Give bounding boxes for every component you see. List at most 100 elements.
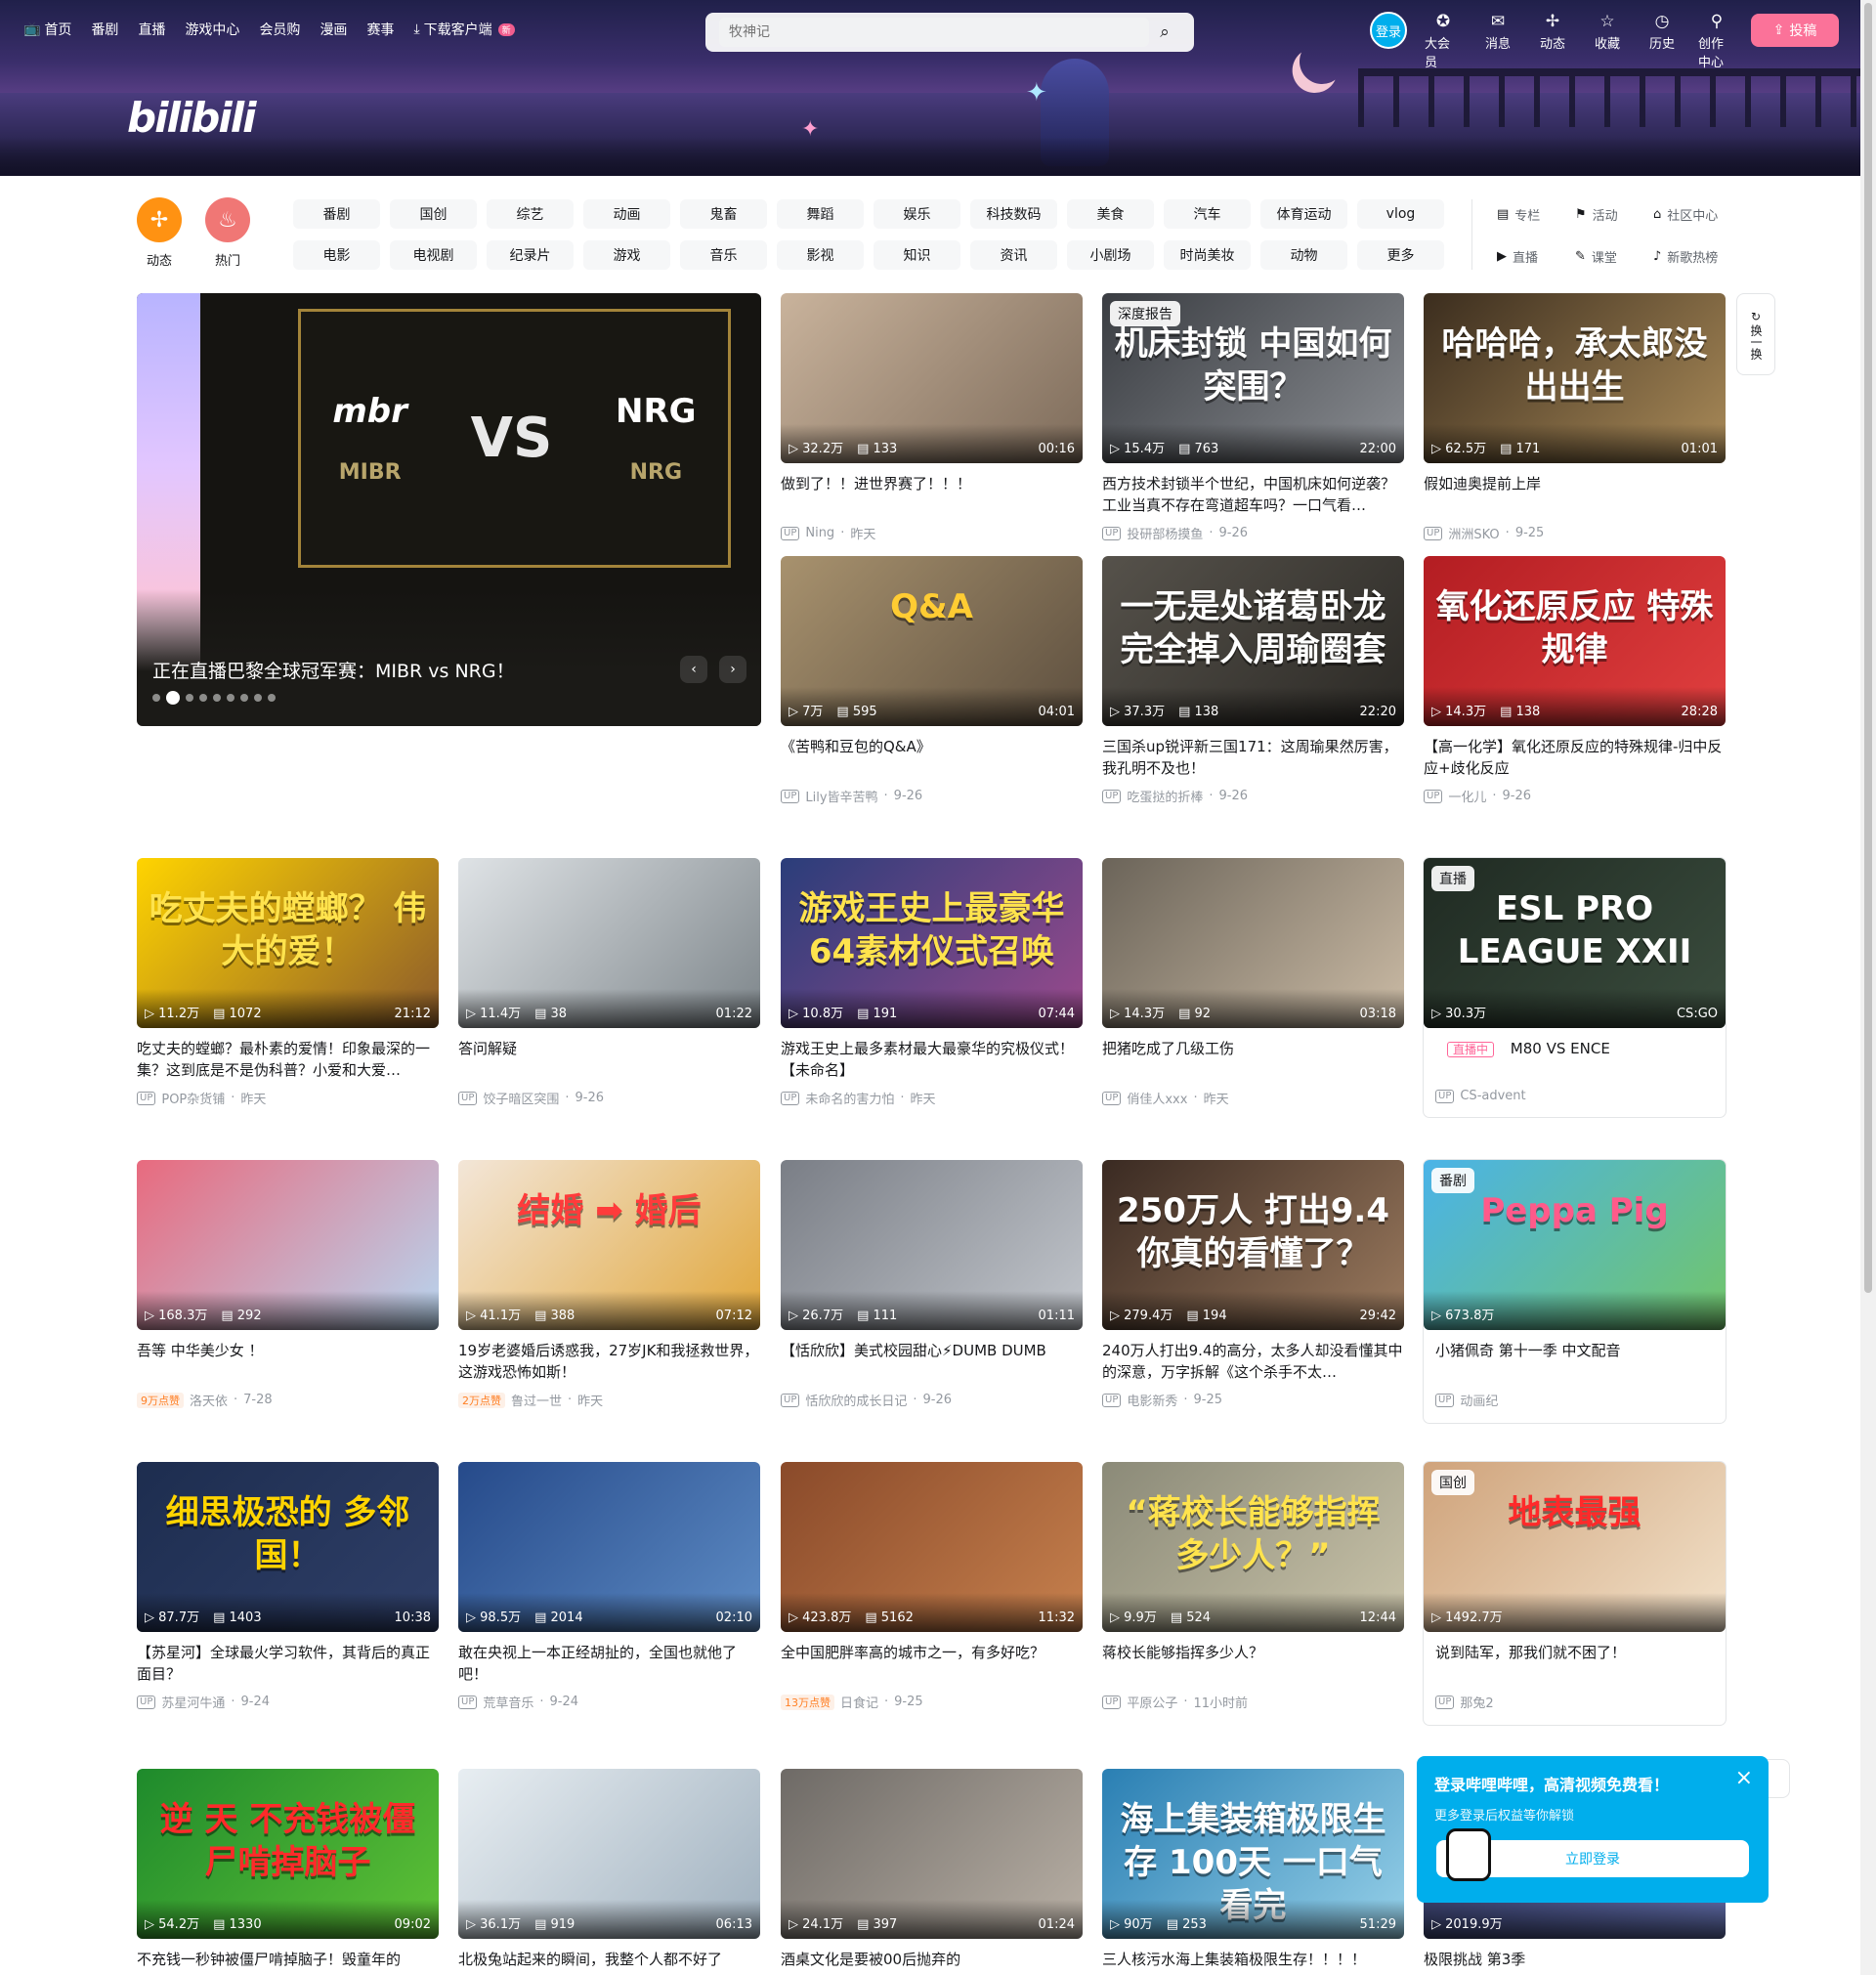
video-title[interactable]: 蒋校长能够指挥多少人？ [1102,1642,1404,1685]
video-title[interactable]: 【高一化学】氧化还原反应的特殊规律-归中反应+歧化反应 [1424,736,1726,779]
video-title[interactable]: 三国杀up锐评新三国171：这周瑜果然厉害，我孔明不及也！ [1102,736,1404,779]
uploader-name[interactable]: 那兔2 [1460,1693,1493,1711]
uploader-name[interactable]: 荒草音乐 [483,1693,533,1711]
uploader-name[interactable]: 电影新秀 [1127,1391,1177,1409]
nav-mall[interactable]: 会员购 [259,20,300,39]
video-title[interactable]: 把猪吃成了几级工伤 [1102,1038,1404,1081]
uploader-name[interactable]: 苏星河牛通 [161,1693,225,1711]
nav-favorites[interactable]: ☆ 收藏 [1589,12,1626,52]
carousel-dot[interactable] [227,694,234,702]
video-thumbnail[interactable]: ▷ 14.3万 ▤ 92 03:18 [1102,858,1404,1028]
video-card[interactable]: ▷ 32.2万 ▤ 133 00:16 做到了！！进世界赛了！！！ UP Ning · 昨天 [781,293,1083,542]
video-card[interactable]: Q&A ▷ 7万 ▤ 595 04:01 《苦鸭和豆包的Q&A》 UP Lily皆辛苦鸭 · 9… [781,556,1083,805]
uploader-name[interactable]: 饺子暗区突围 [483,1089,559,1107]
search-icon[interactable]: ⌕ [1149,17,1180,48]
video-title[interactable]: 【恬欣欣】美式校园甜心⚡DUMB DUMB [781,1340,1083,1383]
channel-chip[interactable]: 番剧 [293,199,380,229]
video-thumbnail[interactable]: 结婚 ➡ 婚后 ▷ 41.1万 ▤ 388 07:12 [458,1160,760,1330]
video-title[interactable]: 【苏星河】全球最火学习软件，其背后的真正面目？ [137,1642,439,1685]
video-title[interactable]: 三人核污水海上集装箱极限生存！！！！ [1102,1949,1404,1975]
video-card[interactable]: 细思极恐的 多邻国！ ▷ 87.7万 ▤ 1403 10:38 【苏星河】全球最火学习软… [137,1462,439,1711]
video-thumbnail[interactable]: ▷ 11.4万 ▤ 38 01:22 [458,858,760,1028]
upload-button[interactable]: ⇪ 投稿 [1751,14,1839,47]
channel-chip[interactable]: 美食 [1067,199,1154,229]
video-title[interactable]: 吾等 中华美少女 ！ [137,1340,439,1383]
video-card[interactable]: 一无是处诸葛卧龙 完全掉入周瑜圈套 ▷ 37.3万 ▤ 138 22:20 三国杀up锐… [1102,556,1404,805]
nav-anime[interactable]: 番剧 [91,20,118,39]
refresh-button[interactable]: ↻ 换一换 [1736,293,1775,375]
video-card[interactable]: 机床封锁 中国如何突围？ 深度报告 ▷ 15.4万 ▤ 763 22:00 西方技术封锁半… [1102,293,1404,542]
nav-creator-center[interactable]: ⚲ 创作中心 [1698,12,1735,70]
video-thumbnail[interactable]: 吃丈夫的螳螂？ 伟大的爱！ ▷ 11.2万 ▤ 1072 21:12 [137,858,439,1028]
video-card[interactable]: 吃丈夫的螳螂？ 伟大的爱！ ▷ 11.2万 ▤ 1072 21:12 吃丈夫的螳螂？最朴… [137,858,439,1107]
carousel-dot[interactable] [254,694,262,702]
video-title[interactable]: 西方技术封锁半个世纪，中国机床如何逆袭？工业当真不存在弯道超车吗？一口气看… [1102,473,1404,516]
video-thumbnail[interactable]: 氧化还原反应 特殊规律 ▷ 14.3万 ▤ 138 28:28 [1424,556,1726,726]
video-card[interactable]: 游戏王史上最豪华 64素材仪式召唤 ▷ 10.8万 ▤ 191 07:44 游戏王史上最… [781,858,1083,1107]
video-thumbnail[interactable]: 一无是处诸葛卧龙 完全掉入周瑜圈套 ▷ 37.3万 ▤ 138 22:20 [1102,556,1404,726]
video-title[interactable]: 极限挑战 第3季 [1424,1949,1726,1975]
hero-carousel[interactable]: mbr MIBR VS NRG NRG 正在直播巴黎全球冠军赛：MIBR vs … [137,293,761,726]
carousel-prev-button[interactable]: ‹ [680,656,707,683]
nav-messages[interactable]: ✉ 消息 [1479,12,1516,52]
carousel-dot[interactable] [152,694,160,702]
channel-chip[interactable]: 动画 [583,199,670,229]
video-card[interactable]: “蒋校长能够指挥 多少人？” ▷ 9.9万 ▤ 524 12:44 蒋校长能够指挥多少人… [1102,1462,1404,1711]
video-thumbnail[interactable]: ▷ 26.7万 ▤ 111 01:11 [781,1160,1083,1330]
channel-chip[interactable]: 音乐 [680,240,767,270]
uploader-name[interactable]: 日食记 [840,1693,878,1711]
channel-chip[interactable]: 时尚美妆 [1164,240,1251,270]
video-thumbnail[interactable]: Peppa Pig 番剧 ▷ 673.8万 [1424,1160,1726,1330]
scrollbar[interactable] [1860,0,1876,1975]
video-title[interactable]: 全中国肥胖率高的城市之一，有多好吃？ [781,1642,1083,1685]
nav-manga[interactable]: 漫画 [320,20,347,39]
uploader-name[interactable]: CS-advent [1460,1089,1525,1103]
carousel-next-button[interactable]: › [719,656,746,683]
channel-chip[interactable]: 娱乐 [874,199,960,229]
video-card[interactable]: 逆 天 不充钱被僵尸啃掉脑子 ▷ 54.2万 ▤ 1330 09:02 不充钱一秒钟被僵… [137,1769,439,1975]
video-thumbnail[interactable]: 细思极恐的 多邻国！ ▷ 87.7万 ▤ 1403 10:38 [137,1462,439,1632]
channel-chip[interactable]: 电影 [293,240,380,270]
video-title[interactable]: 19岁老婆婚后诱惑我，27岁JK和我拯救世界，这游戏恐怖如斯！ [458,1340,760,1383]
video-title[interactable]: 游戏王史上最多素材最大最豪华的究极仪式！【未命名】 [781,1038,1083,1081]
video-title[interactable]: 做到了！！进世界赛了！！！ [781,473,1083,516]
link-new-songs[interactable]: ♪ 新歌热榜 [1653,247,1729,266]
video-thumbnail[interactable]: ▷ 98.5万 ▤ 2014 02:10 [458,1462,760,1632]
search-input[interactable] [719,18,1149,47]
video-card[interactable]: 地表最强 国创 ▷ 1492.7万 说到陆军，那我们就不困了！ UP 那兔2 [1424,1462,1726,1725]
video-title[interactable]: 小猪佩奇 第十一季 中文配音 [1424,1340,1726,1383]
nav-live[interactable]: 直播 [138,20,165,39]
channel-chip[interactable]: 动物 [1260,240,1347,270]
video-card[interactable]: ▷ 423.8万 ▤ 5162 11:32 全中国肥胖率高的城市之一，有多好吃？ 13万… [781,1462,1083,1711]
carousel-caption[interactable]: 正在直播巴黎全球冠军赛：MIBR vs NRG！ [152,657,515,683]
uploader-name[interactable]: 未命名的害力怕 [805,1089,894,1107]
channel-chip[interactable]: 影视 [777,240,864,270]
uploader-name[interactable]: 一化儿 [1448,787,1486,805]
video-card[interactable]: 氧化还原反应 特殊规律 ▷ 14.3万 ▤ 138 28:28 【高一化学】氧化还原反应… [1424,556,1726,805]
login-avatar[interactable]: 登录 [1370,12,1407,49]
hot-button[interactable]: ♨ 热门 [205,197,250,269]
video-card[interactable]: ▷ 14.3万 ▤ 92 03:18 把猪吃成了几级工伤 UP 俏佳人xxx · 昨天 [1102,858,1404,1107]
video-card[interactable]: 250万人 打出9.4 你真的看懂了？ ▷ 279.4万 ▤ 194 29:42 240… [1102,1160,1404,1409]
video-card[interactable]: ▷ 26.7万 ▤ 111 01:11 【恬欣欣】美式校园甜心⚡DUMB DUMB UP… [781,1160,1083,1409]
video-card[interactable]: 哈哈哈，承太郎没出出生 ▷ 62.5万 ▤ 171 01:01 假如迪奥提前上岸 UP 洲洲… [1424,293,1726,542]
uploader-name[interactable]: Ning [805,526,834,540]
dynamic-button[interactable]: ✢ 动态 [137,197,182,269]
uploader-name[interactable]: 投研部杨摸鱼 [1127,524,1203,542]
video-thumbnail[interactable]: ▷ 32.2万 ▤ 133 00:16 [781,293,1083,463]
channel-chip[interactable]: 小剧场 [1067,240,1154,270]
carousel-dot[interactable] [268,694,276,702]
uploader-name[interactable]: 鲁过一世 [511,1391,562,1409]
channel-chip[interactable]: 更多 [1357,240,1444,270]
video-title[interactable]: 吃丈夫的螳螂？最朴素的爱情！印象最深的一集？这到底是不是伪科普？小爱和大爱… [137,1038,439,1081]
video-thumbnail[interactable]: 哈哈哈，承太郎没出出生 ▷ 62.5万 ▤ 171 01:01 [1424,293,1726,463]
nav-esports[interactable]: 赛事 [366,20,394,39]
video-title[interactable]: 说到陆军，那我们就不困了！ [1424,1642,1726,1685]
nav-game-center[interactable]: 游戏中心 [185,20,239,39]
nav-dynamic[interactable]: ✢ 动态 [1534,12,1571,52]
nav-history[interactable]: ◷ 历史 [1643,12,1681,52]
carousel-dot[interactable] [199,694,207,702]
video-thumbnail[interactable]: ▷ 423.8万 ▤ 5162 11:32 [781,1462,1083,1632]
channel-chip[interactable]: 纪录片 [487,240,574,270]
channel-chip[interactable]: 游戏 [583,240,670,270]
